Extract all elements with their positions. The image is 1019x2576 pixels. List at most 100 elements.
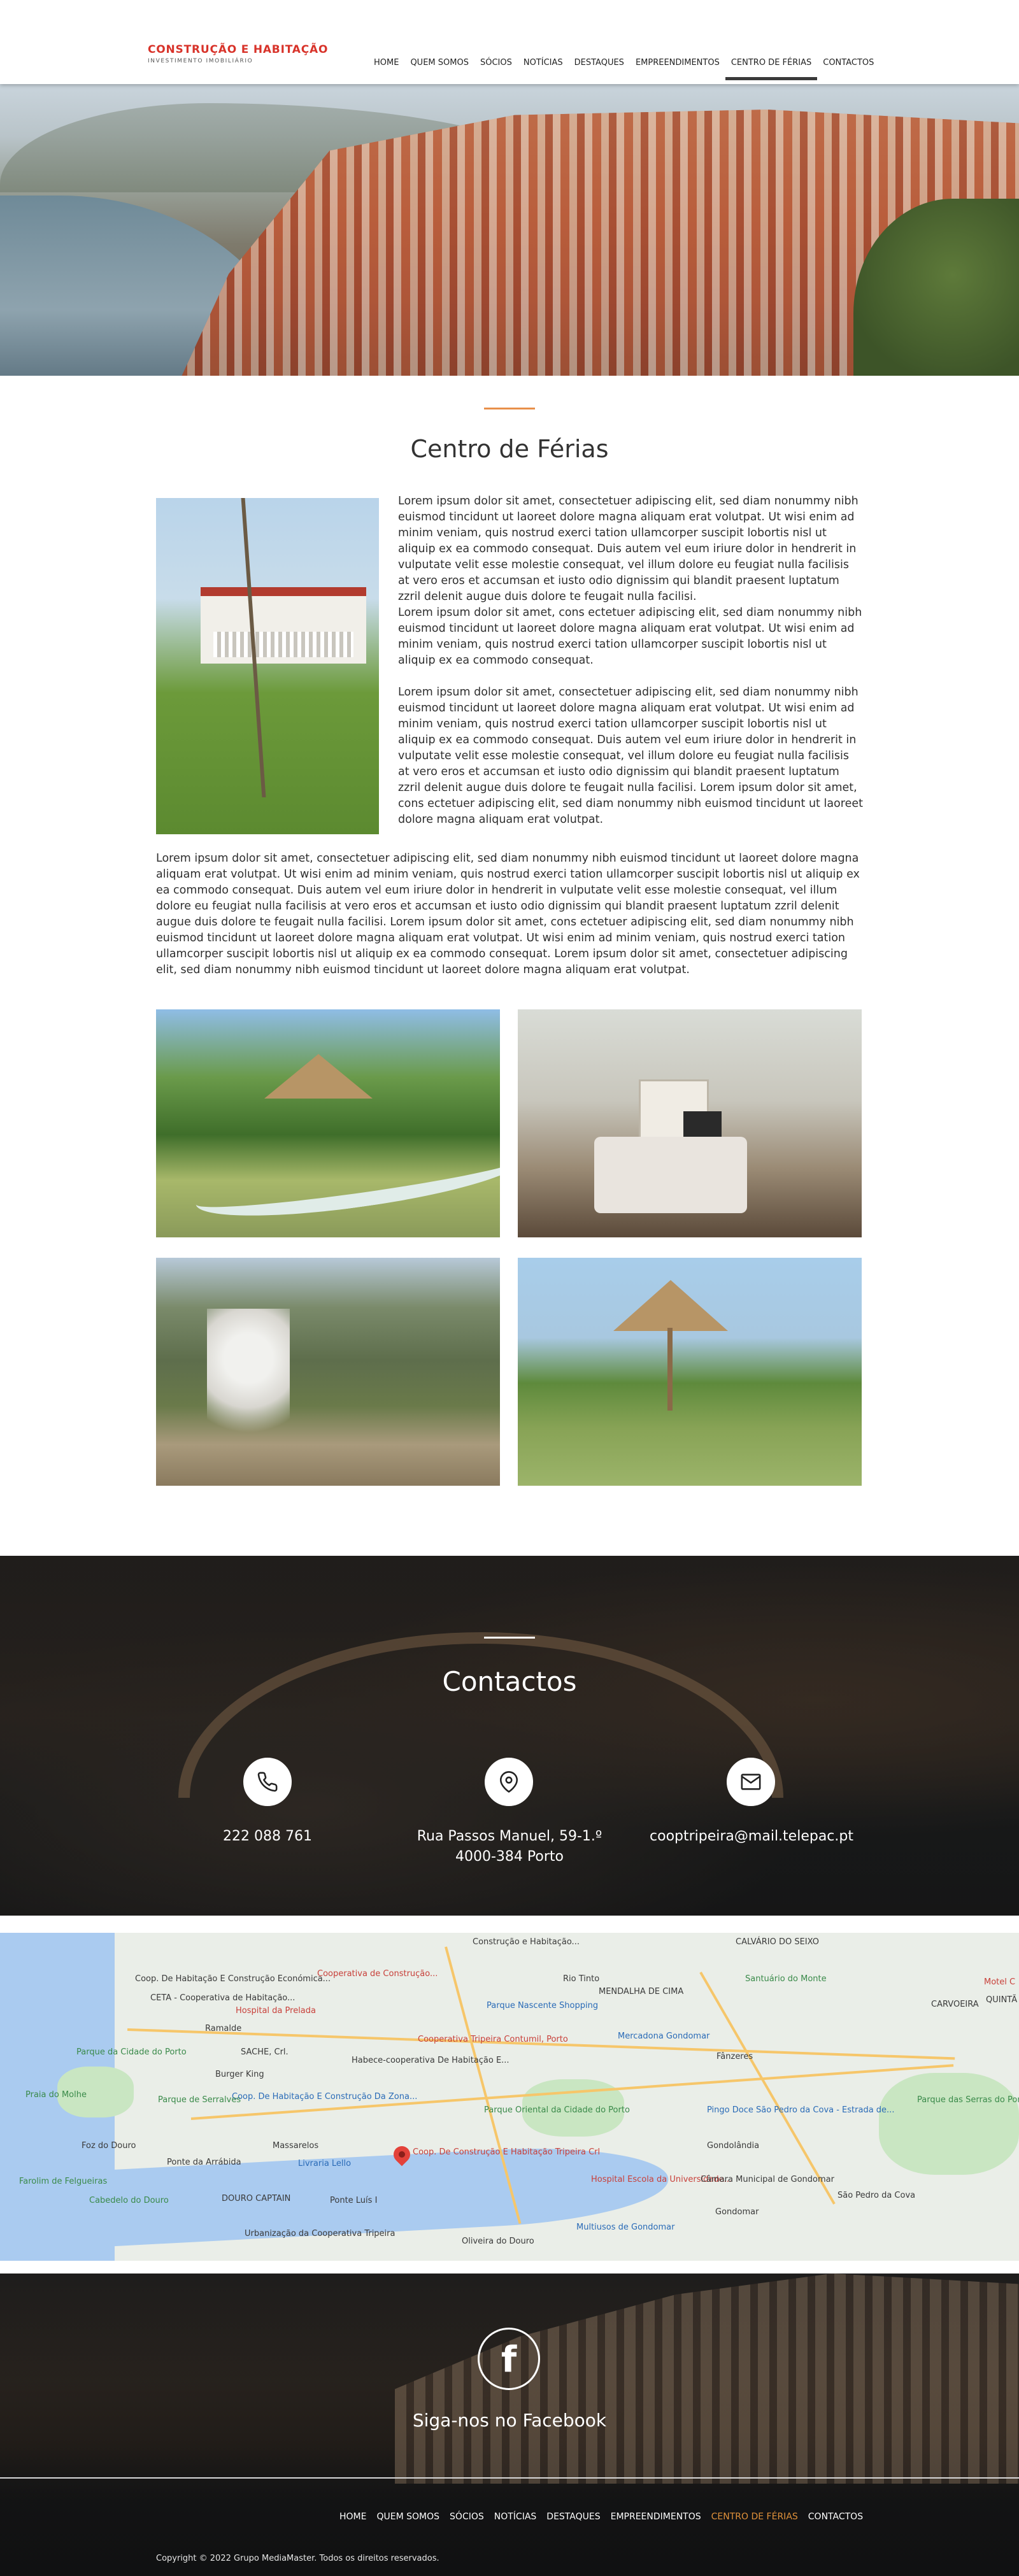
- site-logo[interactable]: CONSTRUÇÃO E HABITAÇÃO INVESTIMENTO IMOB…: [148, 43, 328, 64]
- map-label: Habece-cooperativa De Habitação E...: [352, 2056, 510, 2065]
- map-label: CALVÁRIO DO SEIXO: [736, 1937, 819, 1947]
- footer-nav-destaques[interactable]: DESTAQUES: [541, 2512, 605, 2522]
- contact-address: Rua Passos Manuel, 59-1.º 4000-384 Porto: [401, 1826, 618, 1867]
- footer-nav-contactos[interactable]: CONTACTOS: [803, 2512, 868, 2522]
- footer-nav-socios[interactable]: SÓCIOS: [445, 2512, 489, 2522]
- footer-nav: HOME QUEM SOMOS SÓCIOS NOTÍCIAS DESTAQUE…: [334, 2512, 868, 2522]
- map-label: Gondomar: [715, 2207, 759, 2217]
- footer-nav-home[interactable]: HOME: [334, 2512, 371, 2522]
- footer-nav-quem-somos[interactable]: QUEM SOMOS: [371, 2512, 445, 2522]
- map-label: Farolim de Felgueiras: [19, 2177, 108, 2186]
- map-label: Coop. De Habitação E Construção Da Zona.…: [232, 2092, 418, 2102]
- nav-home[interactable]: HOME: [368, 56, 404, 80]
- dining-table-shape: [594, 1137, 747, 1213]
- contact-phone[interactable]: 222 088 761: [178, 1826, 357, 1847]
- map-label: Burger King: [215, 2070, 264, 2079]
- house-shape: [201, 587, 366, 664]
- contact-address-line2: 4000-384 Porto: [455, 1849, 564, 1865]
- hero-image-porto: [0, 84, 1019, 376]
- map-label: Cooperativa Tripeira Contumil, Porto: [418, 2035, 568, 2044]
- footer-nav-empreendimentos[interactable]: EMPREENDIMENTOS: [606, 2512, 706, 2522]
- map-label: Construção e Habitação...: [473, 1937, 580, 1947]
- map-label: MENDALHA DE CIMA: [599, 1987, 684, 1996]
- footer-divider: [0, 2477, 1019, 2479]
- map-label: Oliveira do Douro: [462, 2237, 534, 2246]
- map-label: SACHE, Crl.: [241, 2047, 289, 2057]
- map-label: Mercadona Gondomar: [618, 2032, 710, 2041]
- contact-address-line1: Rua Passos Manuel, 59-1.º: [417, 1828, 602, 1844]
- nav-quem-somos[interactable]: QUEM SOMOS: [404, 56, 474, 80]
- gallery-photo-gazebo-lawn[interactable]: [518, 1258, 862, 1486]
- map-label: Parque Oriental da Cidade do Porto: [484, 2105, 630, 2115]
- page-title: Centro de Férias: [410, 435, 609, 463]
- footer-nav-centro-de-ferias[interactable]: CENTRO DE FÉRIAS: [706, 2512, 803, 2522]
- map-label: Hospital da Prelada: [236, 2006, 316, 2016]
- map-label: Câmara Municipal de Gondomar: [701, 2175, 834, 2184]
- nav-noticias[interactable]: NOTÍCIAS: [518, 56, 569, 80]
- map-label: Pingo Doce São Pedro da Cova - Estrada d…: [707, 2105, 895, 2115]
- map-label: Ponte da Arrábida: [167, 2158, 241, 2167]
- map-label: Parque da Cidade do Porto: [76, 2047, 187, 2057]
- map-road-4: [699, 1972, 836, 2205]
- nav-empreendimentos[interactable]: EMPREENDIMENTOS: [630, 56, 725, 80]
- map-label: QUINTÃ DE CIMA: [986, 1995, 1019, 2005]
- map-label: Rio Tinto: [563, 1974, 600, 1984]
- map-label: Gondolândia: [707, 2141, 760, 2151]
- contacts-accent-line: [484, 1637, 535, 1639]
- intro-paragraph-4: Lorem ipsum dolor sit amet, consectetuer…: [156, 852, 860, 976]
- site-header: CONSTRUÇÃO E HABITAÇÃO INVESTIMENTO IMOB…: [0, 0, 1019, 84]
- map-label: Parque das Serras do Porto: [917, 2095, 1019, 2105]
- location-icon: [485, 1758, 533, 1806]
- gazebo-roof-shape: [613, 1280, 728, 1331]
- intro-paragraph-2: Lorem ipsum dolor sit amet, cons ectetue…: [398, 606, 862, 667]
- map-label: CARVOEIRA: [931, 2000, 979, 2009]
- hammock-shape: [192, 1133, 500, 1230]
- facebook-f-glyph: f: [501, 2339, 517, 2380]
- nav-destaques[interactable]: DESTAQUES: [569, 56, 630, 80]
- map-label: Parque de Serralves: [158, 2095, 241, 2105]
- map-label: CETA - Cooperativa de Habitação...: [150, 1993, 296, 2003]
- nav-contactos[interactable]: CONTACTOS: [817, 56, 880, 80]
- map-label: Urbanização da Cooperativa Tripeira: [245, 2229, 395, 2238]
- page: CONSTRUÇÃO E HABITAÇÃO INVESTIMENTO IMOB…: [0, 0, 1019, 2576]
- map-label: Ponte Luís I: [330, 2196, 378, 2205]
- email-icon: [727, 1758, 775, 1806]
- footer-nav-noticias[interactable]: NOTÍCIAS: [489, 2512, 542, 2522]
- facebook-follow-text[interactable]: Siga-nos no Facebook: [0, 2410, 1019, 2431]
- map-label: Praia do Molhe: [25, 2090, 87, 2100]
- map-label: Ramalde: [205, 2024, 242, 2033]
- facebook-icon[interactable]: f: [478, 2328, 540, 2390]
- intro-paragraph-3: Lorem ipsum dolor sit amet, consectetuer…: [398, 686, 863, 826]
- gallery-photo-living-room[interactable]: [518, 1009, 862, 1237]
- tv-shape: [683, 1111, 722, 1137]
- map-label: Livraria Lello: [298, 2159, 352, 2168]
- map-label: Fânzeres: [716, 2052, 753, 2061]
- copyright-text: Copyright © 2022 Grupo MediaMaster. Todo…: [156, 2554, 439, 2563]
- map-label: Parque Nascente Shopping: [487, 2001, 599, 2010]
- map-label: Coop. De Habitação E Construção Económic…: [135, 1974, 331, 1984]
- map-label: Foz do Douro: [82, 2141, 136, 2151]
- map-label: Motel C: [984, 1977, 1016, 1987]
- title-accent-line: [484, 408, 535, 409]
- logo-title: CONSTRUÇÃO E HABITAÇÃO: [148, 43, 329, 56]
- full-width-text: Lorem ipsum dolor sit amet, consectetuer…: [156, 851, 863, 978]
- contacts-section: Contactos 222 088 761 Rua Passos Manuel,…: [0, 1556, 1019, 1916]
- blossom-tree-shape: [207, 1309, 290, 1474]
- map-label: São Pedro da Cova: [837, 2191, 916, 2200]
- map-label: Cooperativa de Construção...: [317, 1969, 438, 1979]
- gallery-photo-valley[interactable]: [156, 1258, 500, 1486]
- holiday-house-photo: [156, 498, 379, 834]
- map-label: Massarelos: [273, 2141, 319, 2151]
- map-label: DOURO CAPTAIN: [222, 2194, 291, 2203]
- gazebo-pole-shape: [667, 1328, 673, 1411]
- logo-subtitle: INVESTIMENTO IMOBILIÁRIO: [148, 58, 253, 64]
- map-label: Santuário do Monte: [745, 1974, 827, 1984]
- contact-email[interactable]: cooptripeira@mail.telepac.pt: [631, 1826, 873, 1847]
- nav-socios[interactable]: SÓCIOS: [474, 56, 518, 80]
- map-label: Coop. De Construção E Habitação Tripeira…: [413, 2147, 601, 2157]
- nav-centro-de-ferias[interactable]: CENTRO DE FÉRIAS: [725, 56, 818, 80]
- intro-text: Lorem ipsum dolor sit amet, consectetuer…: [398, 494, 863, 828]
- map-label: Cabedelo do Douro: [89, 2196, 169, 2205]
- contacts-title: Contactos: [442, 1666, 577, 1697]
- gallery-photo-garden-hammock[interactable]: [156, 1009, 500, 1237]
